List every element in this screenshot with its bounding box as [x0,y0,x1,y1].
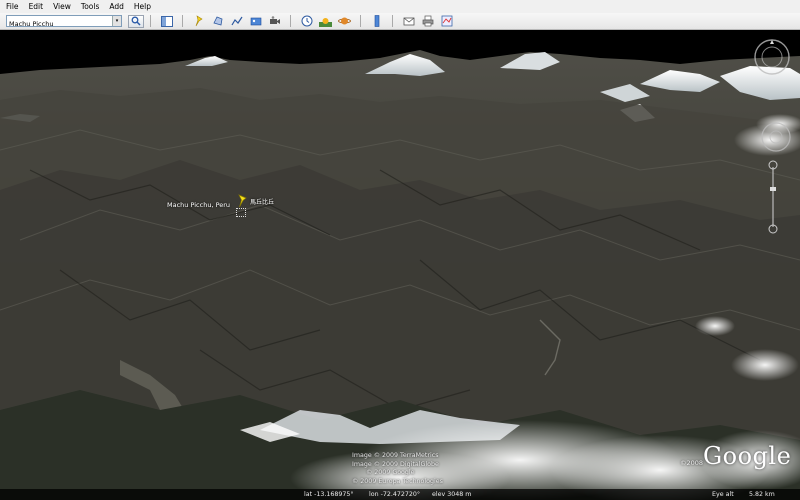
copyright-line: © 2009 Europa Technologies [352,477,443,485]
sunlight-icon [319,18,332,27]
placemark-label[interactable]: Machu Picchu, Peru [167,201,230,209]
eye-altitude-label: Eye alt [712,491,734,498]
move-joystick-icon[interactable] [761,122,791,152]
menu-help[interactable]: Help [130,0,157,13]
placemark-pin-icon[interactable] [236,194,248,208]
menu-bar: File Edit View Tools Add Help [0,0,800,13]
google-logo: Google [703,442,792,470]
menu-edit[interactable]: Edit [25,0,50,13]
add-path-button[interactable] [229,15,244,28]
menu-tools[interactable]: Tools [77,0,105,13]
toolbar-separator [360,15,361,27]
sunlight-button[interactable] [318,15,333,28]
look-joystick-icon[interactable] [754,39,790,75]
ruler-icon [374,15,379,27]
toolbar-separator [150,15,151,27]
toolbar-separator [290,15,291,27]
status-bar: lat -13.168975° lon -72.472720° elev 304… [0,489,800,500]
historical-imagery-icon [301,15,312,27]
menu-add[interactable]: Add [105,0,130,13]
add-placemark-button[interactable] [191,15,206,28]
menu-view[interactable]: View [49,0,77,13]
latitude-readout: lat -13.168975° [304,491,354,498]
add-placemark-icon [195,15,203,27]
search-input[interactable] [7,19,113,29]
print-icon [422,15,433,27]
copyright-line: Image © 2009 DigitalGlobe [352,460,439,468]
year-tag: ©2008 [680,459,704,467]
switch-planet-button[interactable] [337,15,352,28]
email-button[interactable] [401,15,416,28]
add-image-overlay-icon [250,17,261,26]
placemark-anchor-box [236,208,246,217]
toolbar-separator [392,15,393,27]
view-in-maps-icon [441,15,452,27]
placemark-secondary-label[interactable]: 馬丘比丘 [250,197,274,206]
record-tour-icon [269,16,280,24]
search-icon [131,16,141,26]
record-tour-button[interactable] [267,15,282,28]
copyright-line: Image © 2009 TerraMetrics [352,452,439,459]
view-in-maps-button[interactable] [439,15,454,28]
search-history-dropdown[interactable]: ▾ [112,16,121,26]
eye-altitude-value: 5.82 km [749,491,775,498]
elevation-readout: elev 3048 m [432,491,472,498]
add-image-overlay-button[interactable] [248,15,263,28]
search-button[interactable] [128,14,144,28]
print-button[interactable] [420,15,435,28]
longitude-readout: lon -72.472720° [369,491,421,498]
add-path-icon [230,16,242,26]
toolbar-separator [182,15,183,27]
email-icon [403,17,414,26]
navigation-controls [754,39,791,234]
add-polygon-icon [212,16,222,26]
zoom-slider[interactable] [768,160,778,234]
ruler-button[interactable] [369,15,384,28]
imagery-copyright: Image © 2009 TerraMetrics Image © 2009 D… [352,452,443,486]
switch-planet-icon [338,17,351,25]
sidebar-toggle-button[interactable] [159,15,174,28]
toolbar: ▾ [0,13,800,30]
search-box: ▾ [6,15,122,29]
menu-file[interactable]: File [2,0,25,13]
add-polygon-button[interactable] [210,15,225,28]
terrain-imagery [0,30,800,500]
map-viewport[interactable]: Machu Picchu, Peru 馬丘比丘 Image © 2009 Ter… [0,30,800,500]
historical-imagery-button[interactable] [299,15,314,28]
sidebar-toggle-icon [160,15,173,27]
copyright-line: © 2009 Google [366,469,415,477]
